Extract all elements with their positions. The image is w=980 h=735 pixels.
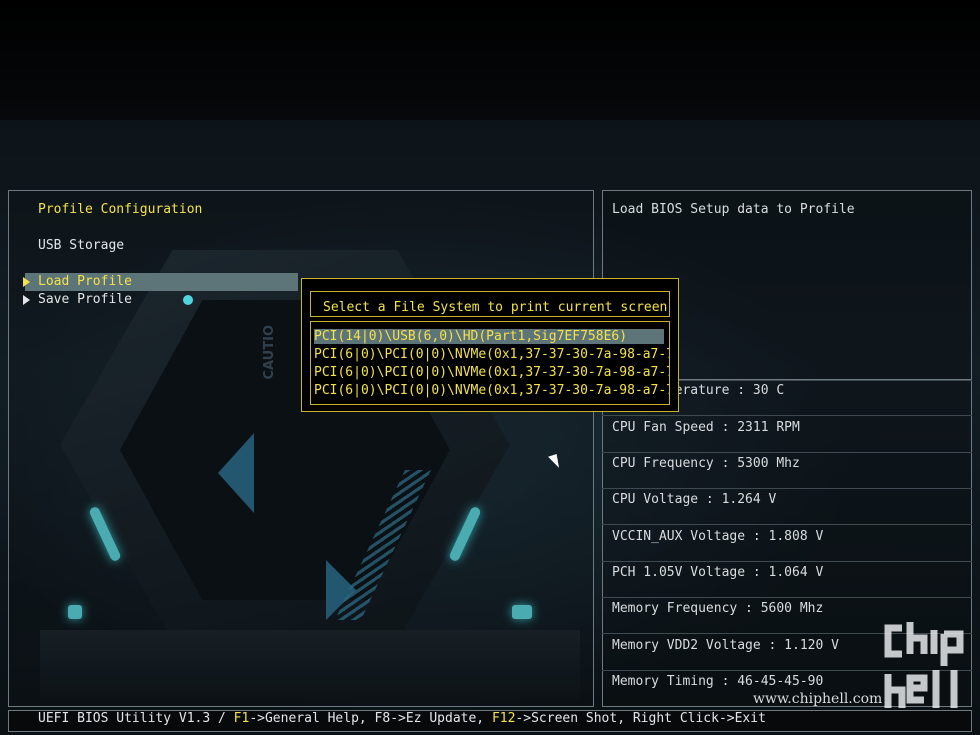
monitor-cpu-voltage: CPU Voltage : 1.264 V [612,492,777,507]
f12-key[interactable]: F12 [492,711,515,726]
monitor-divider [602,524,972,525]
status-bar-text: UEFI BIOS Utility V1.3 / F1->General Hel… [38,711,766,726]
monitor-divider [602,561,972,562]
file-system-item-usb[interactable]: PCI(14|0)\USB(6,0)\HD(Part1,Sig7EF758E6) [314,329,664,344]
monitor-pch-voltage: PCH 1.05V Voltage : 1.064 V [612,565,824,580]
submenu-arrow-icon [23,277,30,287]
monitor-cpu-fan-speed: CPU Fan Speed : 2311 RPM [612,420,800,435]
file-system-dialog: Select a File System to print current sc… [301,278,679,412]
monitor-memory-vdd2-voltage: Memory VDD2 Voltage : 1.120 V [612,638,839,653]
file-system-list: PCI(14|0)\USB(6,0)\HD(Part1,Sig7EF758E6)… [310,321,670,405]
f12-description: ->Screen Shot, Right Click->Exit [515,711,766,726]
help-text: Load BIOS Setup data to Profile [612,202,855,217]
monitor-divider [602,452,972,453]
monitor-divider [602,488,972,489]
dialog-title-box: Select a File System to print current sc… [310,291,670,317]
load-profile-item[interactable]: Load Profile [38,274,132,289]
chiphell-logo [884,622,964,708]
f1-description: ->General Help, F8->Ez Update, [249,711,492,726]
save-profile-item[interactable]: Save Profile [38,292,132,307]
submenu-arrow-icon [23,295,30,305]
f1-key[interactable]: F1 [234,711,250,726]
file-system-item-nvme[interactable]: PCI(6|0)\PCI(0|0)\NVMe(0x1,37-37-30-7a-9… [314,383,669,398]
monitor-divider [602,597,972,598]
file-system-item-nvme[interactable]: PCI(6|0)\PCI(0|0)\NVMe(0x1,37-37-30-7a-9… [314,347,669,362]
watermark-url: www.chiphell.com [753,691,883,707]
panel-subheading: USB Storage [38,238,125,253]
monitor-vccin-aux-voltage: VCCIN_AUX Voltage : 1.808 V [612,529,824,544]
monitor-cpu-frequency: CPU Frequency : 5300 Mhz [612,456,800,471]
decor-dot [183,295,193,305]
panel-heading: Profile Configuration [38,202,203,217]
monitor-divider [602,415,972,416]
file-system-item-nvme[interactable]: PCI(6|0)\PCI(0|0)\NVMe(0x1,37-37-30-7a-9… [314,365,669,380]
monitor-memory-frequency: Memory Frequency : 5600 Mhz [612,601,824,616]
dialog-title: Select a File System to print current sc… [323,300,668,315]
monitor-memory-timing: Memory Timing : 46-45-45-90 [612,674,824,689]
status-prefix: UEFI BIOS Utility V1.3 / [38,711,234,726]
profile-panel [8,190,594,707]
